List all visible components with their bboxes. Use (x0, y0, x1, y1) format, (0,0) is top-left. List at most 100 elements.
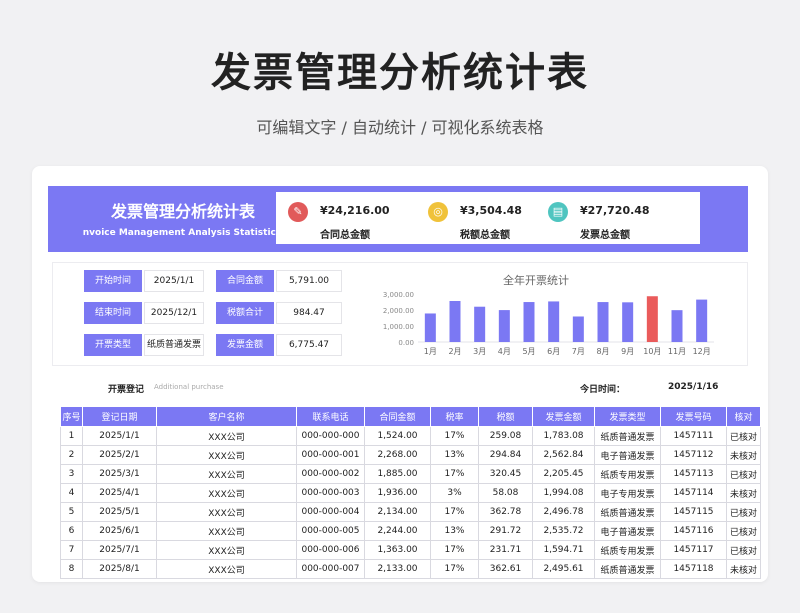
row-index-cell[interactable]: 1 (60, 426, 83, 446)
column-header[interactable]: 客户名称 (156, 406, 297, 427)
bar-4月[interactable] (498, 310, 510, 342)
invoice-type-select[interactable]: 纸质普通发票 (144, 334, 204, 356)
invoice-amount-cell[interactable]: 2,496.78 (532, 502, 595, 522)
invoice-amount-cell[interactable]: 2,205.45 (532, 464, 595, 484)
column-header[interactable]: 发票类型 (594, 406, 661, 427)
tax-amount-cell[interactable]: 259.08 (478, 426, 533, 446)
contract-amount-cell[interactable]: 2,133.00 (364, 559, 431, 579)
column-header[interactable]: 序号 (60, 406, 83, 427)
invoice-amount-cell[interactable]: 2,535.72 (532, 521, 595, 541)
check-status-cell[interactable]: 未核对 (726, 559, 761, 579)
invoice-type-cell[interactable]: 电子普通发票 (594, 521, 661, 541)
phone-cell[interactable]: 000-000-004 (296, 502, 365, 522)
bar-9月[interactable] (622, 302, 634, 342)
bar-1月[interactable] (424, 313, 436, 342)
invoice-amount-cell[interactable]: 2,562.84 (532, 445, 595, 465)
tax-amount-cell[interactable]: 362.61 (478, 559, 533, 579)
column-header[interactable]: 联系电话 (296, 406, 365, 427)
column-header[interactable]: 税额 (478, 406, 533, 427)
invoice-number-cell[interactable]: 1457116 (660, 521, 727, 541)
invoice-type-cell[interactable]: 电子专用发票 (594, 483, 661, 503)
check-status-cell[interactable]: 未核对 (726, 445, 761, 465)
contract-amount-cell[interactable]: 1,363.00 (364, 540, 431, 560)
contract-amount-cell[interactable]: 2,134.00 (364, 502, 431, 522)
start-time-field[interactable]: 2025/1/1 (144, 270, 204, 292)
row-index-cell[interactable]: 8 (60, 559, 83, 579)
contract-amount-cell[interactable]: 2,268.00 (364, 445, 431, 465)
customer-name-cell[interactable]: XXX公司 (156, 521, 297, 541)
table-row[interactable]: 7 2025/7/1 XXX公司 000-000-006 1,363.00 17% 231.… (60, 540, 761, 560)
check-status-cell[interactable]: 已核对 (726, 426, 761, 446)
invoice-number-cell[interactable]: 1457117 (660, 540, 727, 560)
register-date-cell[interactable]: 2025/6/1 (82, 521, 157, 541)
table-row[interactable]: 8 2025/8/1 XXX公司 000-000-007 2,133.00 17% 362.… (60, 559, 761, 579)
tax-rate-cell[interactable]: 17% (430, 464, 479, 484)
bar-12月[interactable] (696, 299, 708, 342)
phone-cell[interactable]: 000-000-005 (296, 521, 365, 541)
table-row[interactable]: 1 2025/1/1 XXX公司 000-000-000 1,524.00 17% 259.… (60, 426, 761, 446)
row-index-cell[interactable]: 5 (60, 502, 83, 522)
table-row[interactable]: 6 2025/6/1 XXX公司 000-000-005 2,244.00 13% 291.… (60, 521, 761, 541)
customer-name-cell[interactable]: XXX公司 (156, 483, 297, 503)
bar-3月[interactable] (474, 306, 486, 342)
check-status-cell[interactable]: 未核对 (726, 483, 761, 503)
bar-11月[interactable] (671, 310, 683, 342)
row-index-cell[interactable]: 7 (60, 540, 83, 560)
bar-10月[interactable] (646, 296, 658, 342)
customer-name-cell[interactable]: XXX公司 (156, 559, 297, 579)
bar-2月[interactable] (449, 300, 461, 342)
bar-8月[interactable] (597, 302, 609, 342)
customer-name-cell[interactable]: XXX公司 (156, 502, 297, 522)
invoice-number-cell[interactable]: 1457113 (660, 464, 727, 484)
register-date-cell[interactable]: 2025/3/1 (82, 464, 157, 484)
phone-cell[interactable]: 000-000-006 (296, 540, 365, 560)
invoice-number-cell[interactable]: 1457115 (660, 502, 727, 522)
customer-name-cell[interactable]: XXX公司 (156, 540, 297, 560)
tax-rate-cell[interactable]: 3% (430, 483, 479, 503)
register-date-cell[interactable]: 2025/1/1 (82, 426, 157, 446)
phone-cell[interactable]: 000-000-003 (296, 483, 365, 503)
tax-amount-cell[interactable]: 231.71 (478, 540, 533, 560)
row-index-cell[interactable]: 6 (60, 521, 83, 541)
tax-rate-cell[interactable]: 13% (430, 445, 479, 465)
invoice-number-cell[interactable]: 1457114 (660, 483, 727, 503)
check-status-cell[interactable]: 已核对 (726, 521, 761, 541)
column-header[interactable]: 登记日期 (82, 406, 157, 427)
customer-name-cell[interactable]: XXX公司 (156, 445, 297, 465)
phone-cell[interactable]: 000-000-001 (296, 445, 365, 465)
row-index-cell[interactable]: 3 (60, 464, 83, 484)
phone-cell[interactable]: 000-000-002 (296, 464, 365, 484)
table-row[interactable]: 3 2025/3/1 XXX公司 000-000-002 1,885.00 17% 320.… (60, 464, 761, 484)
tax-rate-cell[interactable]: 17% (430, 426, 479, 446)
check-status-cell[interactable]: 已核对 (726, 540, 761, 560)
tax-rate-cell[interactable]: 13% (430, 521, 479, 541)
register-date-cell[interactable]: 2025/2/1 (82, 445, 157, 465)
invoice-amount-cell[interactable]: 1,994.08 (532, 483, 595, 503)
phone-cell[interactable]: 000-000-000 (296, 426, 365, 446)
phone-cell[interactable]: 000-000-007 (296, 559, 365, 579)
invoice-number-cell[interactable]: 1457111 (660, 426, 727, 446)
check-status-cell[interactable]: 已核对 (726, 464, 761, 484)
invoice-amount-cell[interactable]: 1,783.08 (532, 426, 595, 446)
invoice-amount-cell[interactable]: 2,495.61 (532, 559, 595, 579)
column-header[interactable]: 发票号码 (660, 406, 727, 427)
column-header[interactable]: 税率 (430, 406, 479, 427)
row-index-cell[interactable]: 2 (60, 445, 83, 465)
customer-name-cell[interactable]: XXX公司 (156, 464, 297, 484)
tax-rate-cell[interactable]: 17% (430, 502, 479, 522)
column-header[interactable]: 发票金额 (532, 406, 595, 427)
contract-amount-cell[interactable]: 1,885.00 (364, 464, 431, 484)
register-date-cell[interactable]: 2025/5/1 (82, 502, 157, 522)
invoice-type-cell[interactable]: 纸质普通发票 (594, 559, 661, 579)
contract-amount-cell[interactable]: 1,524.00 (364, 426, 431, 446)
invoice-amount-cell[interactable]: 1,594.71 (532, 540, 595, 560)
invoice-number-cell[interactable]: 1457118 (660, 559, 727, 579)
check-status-cell[interactable]: 已核对 (726, 502, 761, 522)
tax-amount-cell[interactable]: 320.45 (478, 464, 533, 484)
tax-amount-cell[interactable]: 362.78 (478, 502, 533, 522)
register-date-cell[interactable]: 2025/8/1 (82, 559, 157, 579)
end-time-field[interactable]: 2025/12/1 (144, 302, 204, 324)
contract-amount-cell[interactable]: 2,244.00 (364, 521, 431, 541)
bar-7月[interactable] (572, 316, 584, 342)
register-date-cell[interactable]: 2025/7/1 (82, 540, 157, 560)
